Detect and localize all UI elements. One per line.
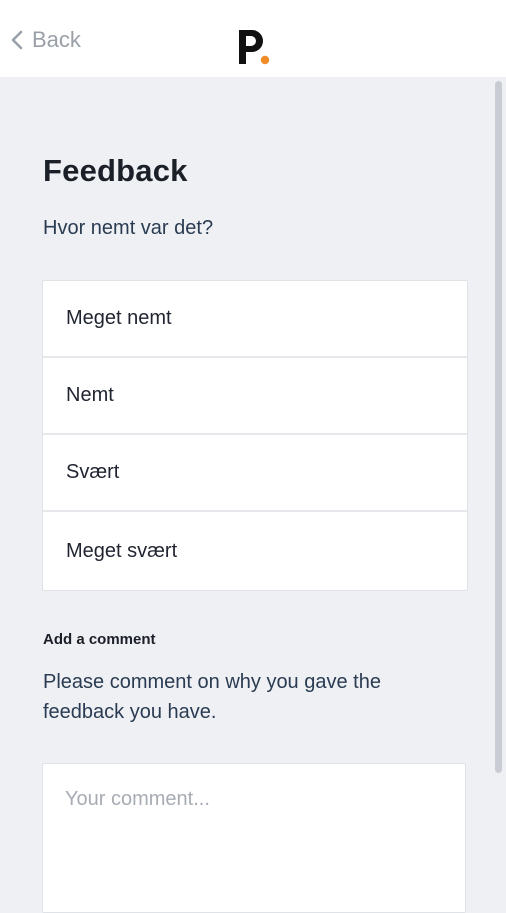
scrollbar[interactable] [492,77,506,900]
option-nemt[interactable]: Nemt [43,358,467,435]
top-bar: Back [0,0,506,77]
back-label: Back [32,27,81,52]
back-button[interactable]: Back [8,24,81,56]
comment-description: Please comment on why you gave the feedb… [43,671,381,723]
option-svaert[interactable]: Svært [43,435,467,512]
rating-options: Meget nemt Nemt Svært Meget svært [42,280,468,591]
comment-input[interactable] [42,763,466,913]
brand-logo [239,30,270,65]
option-meget-svaert[interactable]: Meget svært [43,512,467,590]
chevron-left-icon [11,30,23,50]
page-title: Feedback [43,153,188,188]
comment-heading: Add a comment [43,631,156,648]
feedback-page: Feedback Hvor nemt var det? Meget nemt N… [0,77,506,913]
question-text: Hvor nemt var det? [43,217,214,239]
scrollbar-thumb[interactable] [495,81,502,773]
option-meget-nemt[interactable]: Meget nemt [43,281,467,358]
